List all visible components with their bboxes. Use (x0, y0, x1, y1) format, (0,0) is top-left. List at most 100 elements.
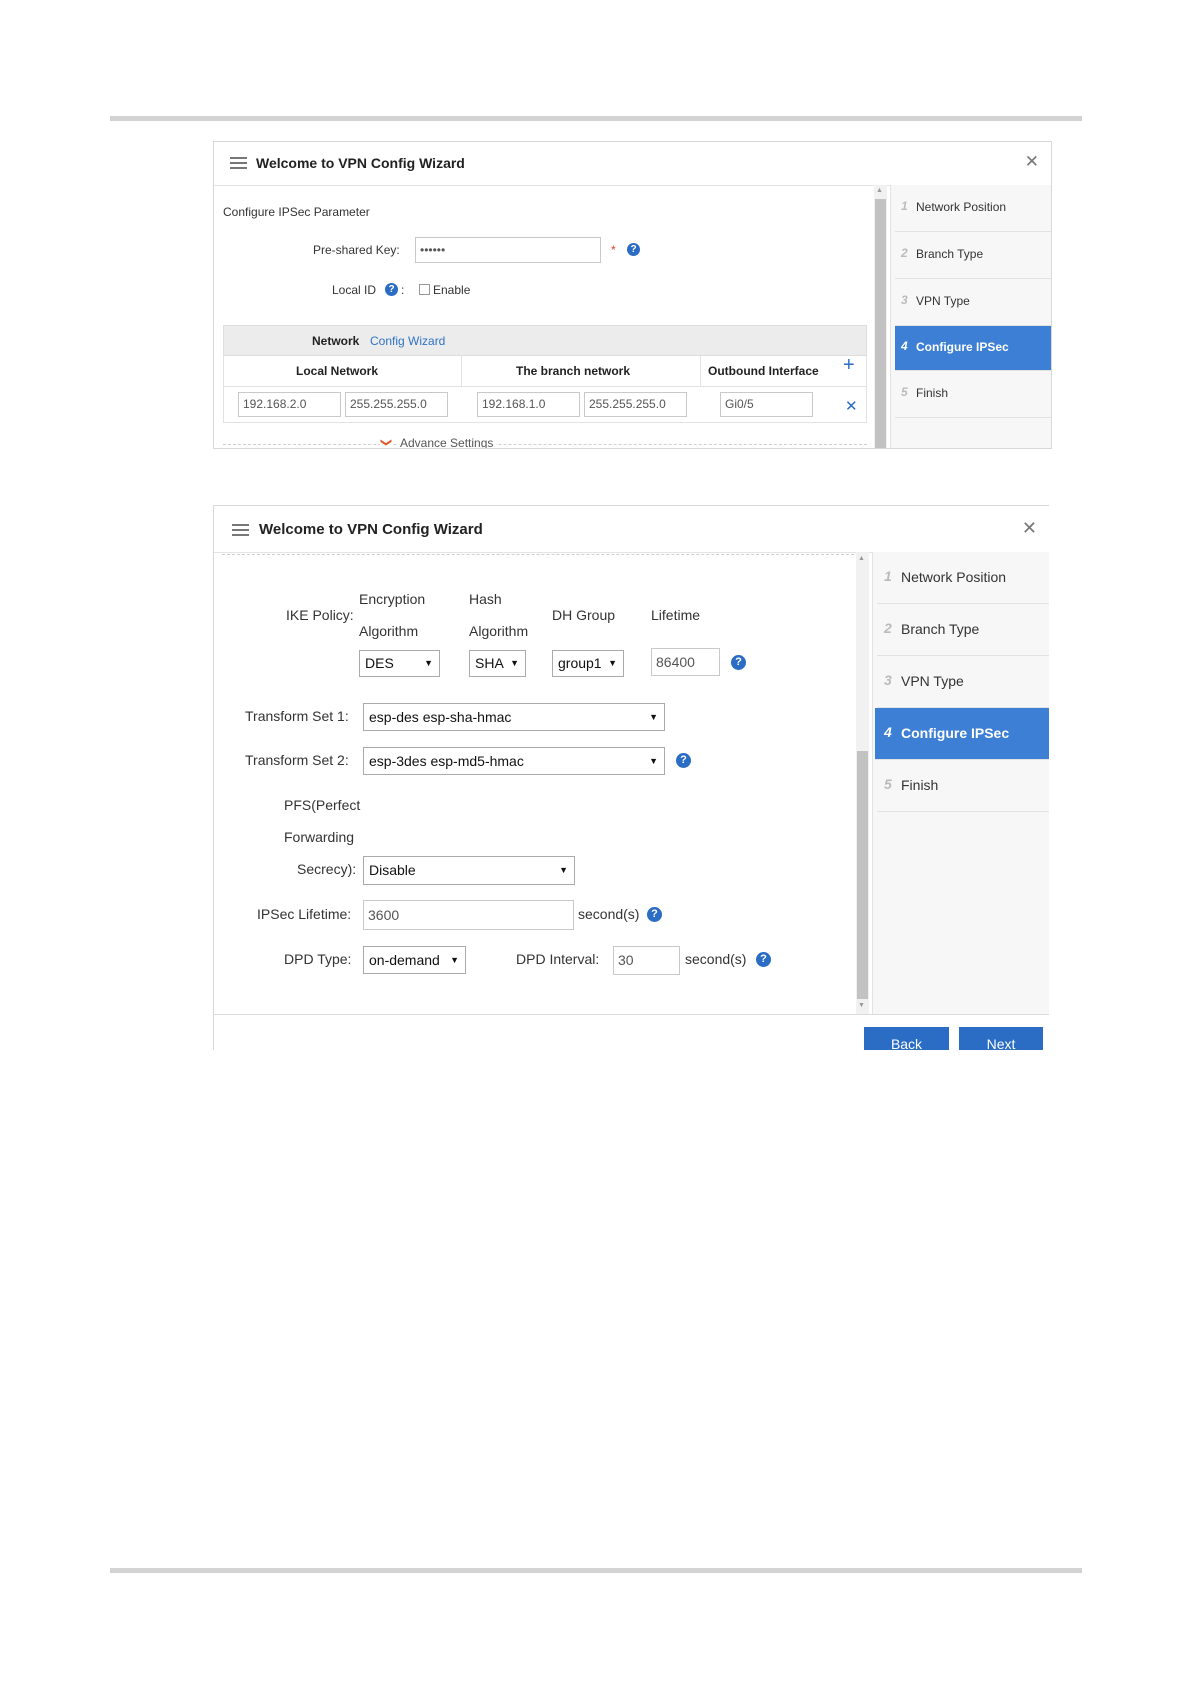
local-mask-input[interactable]: 255.255.255.0 (345, 392, 448, 417)
scrollbar[interactable]: ▲ (874, 185, 887, 448)
ipsec-lifetime-input[interactable]: 3600 (363, 900, 574, 930)
psk-label: Pre-shared Key: (313, 243, 400, 257)
dpd-interval-unit: second(s) (685, 951, 747, 967)
help-icon[interactable]: ? (385, 283, 398, 296)
advance-settings-divider (223, 444, 867, 445)
pfs-label-line2: Forwarding (284, 829, 355, 845)
advance-settings-toggle[interactable]: Advance Settings (397, 436, 497, 448)
hash-select[interactable]: SHA ▼ (469, 650, 526, 677)
wizard-steps-nav: 1 Network Position 2 Branch Type 3 VPN T… (872, 552, 1049, 1014)
wizard-steps-nav: 1 Network Position 2 Branch Type 3 VPN T… (890, 185, 1051, 448)
chevron-down-icon: ▼ (649, 756, 658, 766)
ipsec-lifetime-label: IPSec Lifetime: (257, 906, 352, 922)
nav-step-finish[interactable]: 5 Finish (877, 760, 1049, 812)
psk-input[interactable]: •••••• (415, 237, 601, 263)
transform-set-1-value: esp-des esp-sha-hmac (369, 709, 512, 725)
step-label: Finish (916, 386, 949, 400)
nav-step-finish[interactable]: 5 Finish (895, 371, 1051, 418)
nav-step-network-position[interactable]: 1 Network Position (877, 552, 1049, 604)
dpd-interval-input[interactable]: 30 (613, 946, 680, 975)
scroll-up-icon[interactable]: ▲ (858, 555, 865, 562)
local-id-label: Local ID (332, 283, 377, 297)
dh-group-value: group1 (558, 655, 602, 671)
network-wizard-bar: Network Config Wizard (223, 325, 867, 356)
chevron-down-icon: ▼ (608, 658, 617, 668)
branch-mask-input[interactable]: 255.255.255.0 (584, 392, 687, 417)
scroll-down-icon[interactable]: ▼ (858, 1002, 865, 1009)
column-header-outbound-interface: Outbound Interface (708, 364, 819, 378)
nav-step-network-position[interactable]: 1 Network Position (895, 185, 1051, 232)
dh-group-header: DH Group (552, 607, 616, 623)
nav-step-branch-type[interactable]: 2 Branch Type (895, 232, 1051, 279)
window-title: Welcome to VPN Config Wizard (259, 521, 483, 538)
step-number: 4 (901, 339, 908, 353)
window-title: Welcome to VPN Config Wizard (256, 155, 465, 171)
step-label: Network Position (901, 569, 1007, 585)
dpd-type-select[interactable]: on-demand ▼ (363, 946, 466, 974)
pfs-select[interactable]: Disable ▼ (363, 856, 575, 885)
pfs-label-line3: Secrecy): (297, 861, 357, 877)
hash-value: SHA (475, 655, 504, 671)
scrollbar-thumb[interactable] (857, 751, 868, 999)
network-wizard-prefix: Network (312, 334, 360, 348)
menu-icon[interactable] (230, 157, 247, 169)
vpn-wizard-window-top: Welcome to VPN Config Wizard ✕ Configure… (213, 141, 1052, 449)
local-ip-input[interactable]: 192.168.2.0 (238, 392, 341, 417)
help-icon[interactable]: ? (756, 952, 771, 967)
scroll-up-icon[interactable]: ▲ (876, 187, 883, 194)
pfs-value: Disable (369, 862, 416, 878)
step-number: 4 (884, 724, 892, 740)
nav-step-vpn-type[interactable]: 3 VPN Type (877, 656, 1049, 708)
close-icon[interactable]: ✕ (1022, 518, 1037, 539)
hash-header-line2: Algorithm (469, 623, 529, 639)
lifetime-header: Lifetime (651, 607, 701, 623)
step-label: Branch Type (916, 247, 984, 261)
ike-lifetime-input[interactable]: 86400 (651, 648, 720, 676)
nav-step-branch-type[interactable]: 2 Branch Type (877, 604, 1049, 656)
step-label: Branch Type (901, 621, 980, 637)
step-number: 1 (901, 199, 908, 213)
network-table-header: Local Network The branch network Outboun… (223, 356, 867, 387)
column-divider (461, 356, 462, 386)
chevron-down-icon: ▼ (649, 712, 658, 722)
required-mark: * (611, 243, 616, 257)
nav-step-configure-ipsec[interactable]: 4 Configure IPSec (875, 708, 1049, 760)
branch-ip-input[interactable]: 192.168.1.0 (477, 392, 580, 417)
footer-divider (214, 1014, 1049, 1015)
menu-icon[interactable] (232, 524, 249, 536)
help-icon[interactable]: ? (731, 655, 746, 670)
chevron-down-icon: ▼ (559, 865, 568, 875)
config-wizard-link[interactable]: Config Wizard (370, 334, 445, 348)
column-divider (700, 356, 701, 386)
outbound-interface-input[interactable]: Gi0/5 (720, 392, 813, 417)
help-icon[interactable]: ? (627, 243, 640, 256)
back-button[interactable]: Back (864, 1027, 949, 1050)
transform-set-1-select[interactable]: esp-des esp-sha-hmac ▼ (363, 703, 665, 731)
next-button[interactable]: Next (959, 1027, 1043, 1050)
encryption-header-line1: Encryption (359, 591, 426, 607)
transform-set-2-select[interactable]: esp-3des esp-md5-hmac ▼ (363, 747, 665, 775)
scrollbar-thumb[interactable] (875, 199, 886, 448)
nav-step-vpn-type[interactable]: 3 VPN Type (895, 279, 1051, 326)
step-label: Network Position (916, 200, 1007, 214)
pfs-label-line1: PFS(Perfect (284, 797, 361, 813)
step-number: 3 (884, 672, 892, 688)
chevron-down-icon: ▼ (510, 658, 519, 668)
dh-group-select[interactable]: group1 ▼ (552, 650, 624, 677)
vpn-wizard-window-bottom: Welcome to VPN Config Wizard ✕ IKE Polic… (213, 505, 1049, 1050)
add-row-icon[interactable]: + (843, 354, 855, 377)
help-icon[interactable]: ? (647, 907, 662, 922)
nav-step-configure-ipsec[interactable]: 4 Configure IPSec (895, 326, 1051, 371)
help-icon[interactable]: ? (676, 753, 691, 768)
step-number: 5 (901, 385, 908, 399)
close-icon[interactable]: ✕ (1025, 152, 1039, 172)
enable-checkbox[interactable] (419, 284, 430, 295)
step-number: 1 (884, 568, 892, 584)
scrollbar[interactable]: ▲ ▼ (856, 552, 869, 1014)
chevron-down-icon: ▼ (450, 955, 459, 965)
encryption-select[interactable]: DES ▼ (359, 650, 440, 677)
chevron-down-icon[interactable]: ❯ (380, 434, 394, 448)
remove-row-icon[interactable]: ✕ (845, 397, 858, 415)
window-header: Welcome to VPN Config Wizard ✕ (214, 142, 1051, 186)
page-top-rule (110, 116, 1082, 121)
